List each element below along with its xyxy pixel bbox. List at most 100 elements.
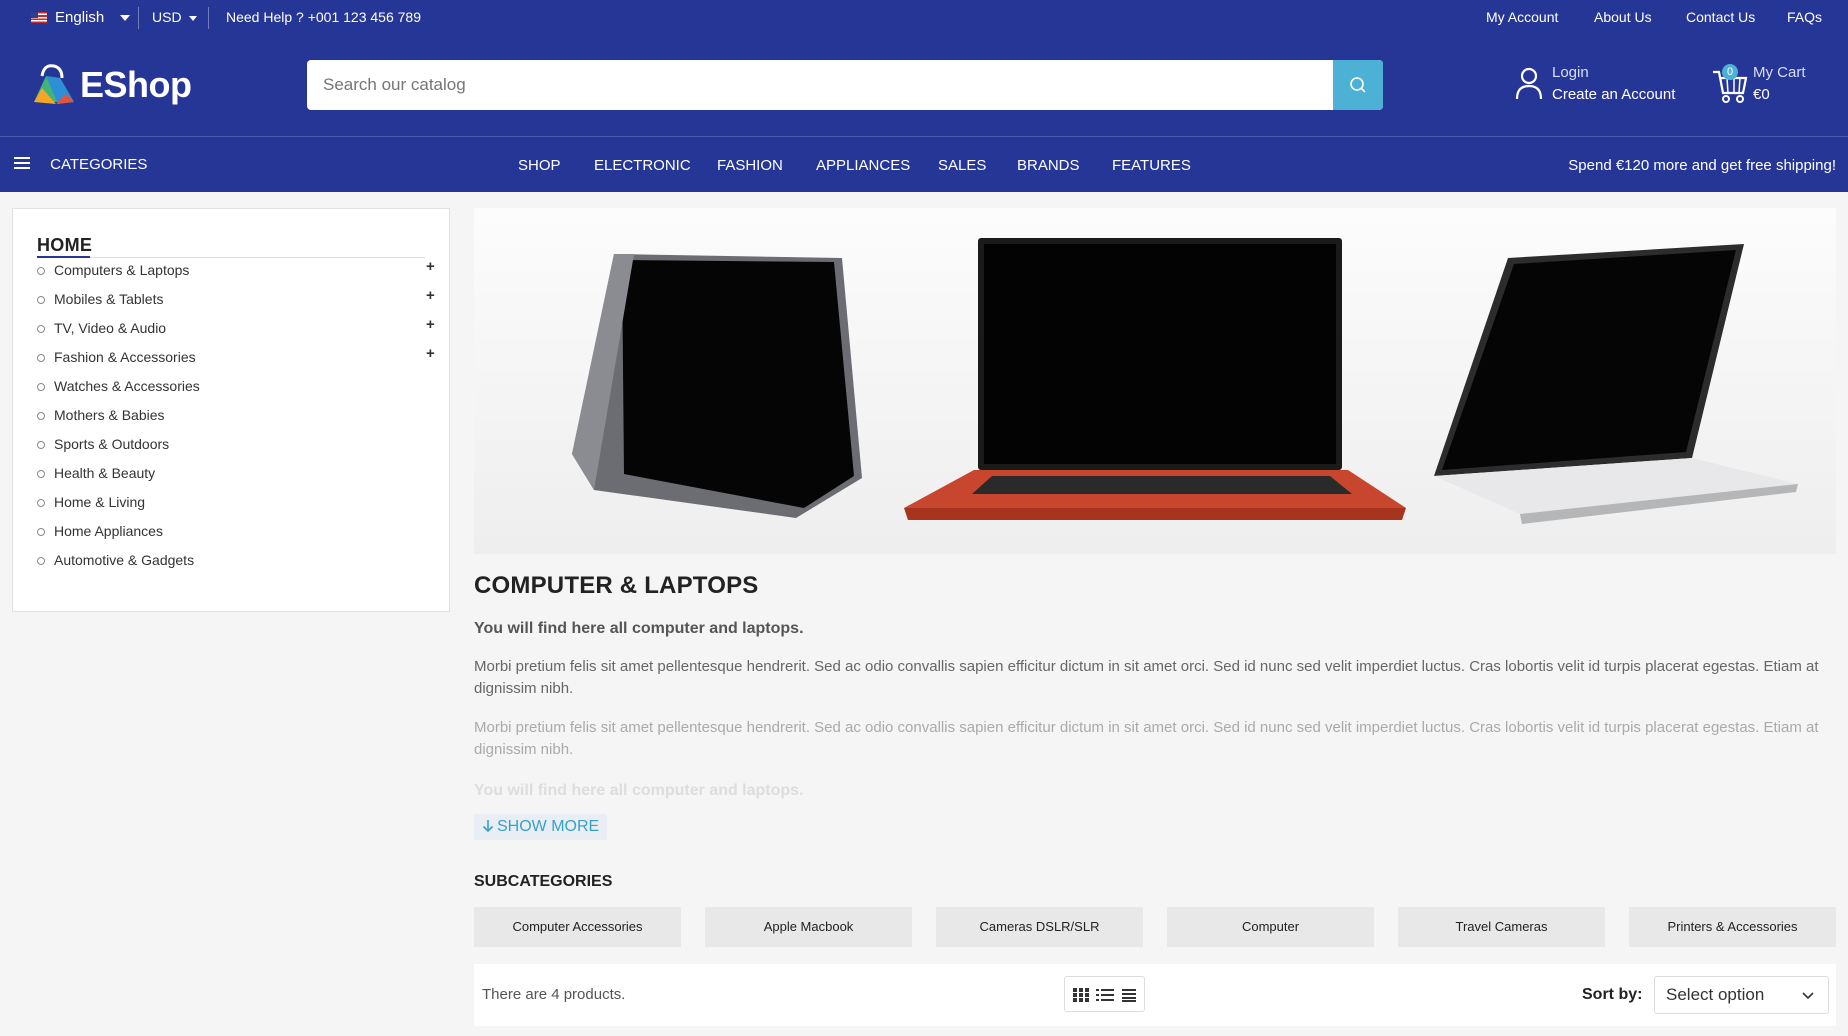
bullet-icon [37,383,45,392]
show-more-label: SHOW MORE [497,818,600,835]
sidebar-item-label: Home & Living [54,494,146,510]
contact-us-link[interactable]: Contact Us [1686,9,1755,25]
divider [138,7,139,29]
sidebar-item[interactable]: Mothers & Babies [37,407,165,423]
sort-select[interactable]: Select option [1654,976,1829,1014]
divider [208,7,209,29]
bullet-icon [37,470,45,479]
category-description-faded: Morbi pretium felis sit amet pellentesqu… [474,719,1819,758]
chevron-down-icon [189,15,198,21]
expand-plus-icon[interactable]: + [426,287,435,304]
nav-appliances[interactable]: APPLIANCES [816,157,910,174]
categories-toggle[interactable]: CATEGORIES [14,156,147,173]
sidebar-item[interactable]: Automotive & Gadgets [37,552,194,568]
show-more-button[interactable]: SHOW MORE [474,814,608,840]
cart-total: €0 [1753,86,1770,103]
search-button[interactable] [1333,60,1383,110]
chevron-down-icon [120,15,131,22]
category-title: COMPUTER & LAPTOPS [474,572,759,599]
my-account-link[interactable]: My Account [1486,9,1558,25]
category-sidebar: HOME Computers & Laptops + Mobiles & Table… [12,208,450,612]
cart-count-badge: 0 [1722,64,1738,80]
help-phone: Need Help ? +001 123 456 789 [226,9,421,25]
subcategory-cameras-dslr[interactable]: Cameras DSLR/SLR [936,907,1143,947]
bullet-icon [37,412,45,421]
bullet-icon [37,325,45,334]
sidebar-item[interactable]: Watches & Accessories [37,378,200,394]
logo[interactable]: EShop [30,60,192,110]
expand-plus-icon[interactable]: + [426,258,435,275]
sidebar-item[interactable]: Mobiles & Tablets [37,291,163,307]
view-switcher [1064,976,1145,1012]
login-link[interactable]: Login [1552,64,1589,81]
sidebar-item-label: Mobiles & Tablets [54,291,164,307]
arrow-down-icon [482,820,494,833]
product-count: There are 4 products. [482,986,626,1003]
sidebar-item[interactable]: Home Appliances [37,523,163,539]
sidebar-item[interactable]: Home & Living [37,494,145,510]
bullet-icon [37,267,45,276]
nav-electronic[interactable]: ELECTRONIC [594,157,691,174]
hamburger-menu-icon [14,157,30,169]
sidebar-item[interactable]: Sports & Outdoors [37,436,169,452]
compact-list-view-icon[interactable] [1122,987,1136,1003]
free-shipping-promo: Spend €120 more and get free shipping! [1568,157,1836,174]
sidebar-item[interactable]: Health & Beauty [37,465,155,481]
sort-label: Sort by: [1582,986,1643,1003]
sidebar-title[interactable]: HOME [37,235,92,256]
about-us-link[interactable]: About Us [1594,9,1652,25]
us-flag-icon [31,12,47,23]
nav-sales[interactable]: SALES [938,157,986,174]
bullet-icon [37,528,45,537]
sidebar-item[interactable]: TV, Video & Audio [37,320,166,336]
create-account-link[interactable]: Create an Account [1552,86,1675,103]
expand-plus-icon[interactable]: + [426,316,435,333]
sidebar-item-label: Watches & Accessories [54,378,200,394]
subcategory-computer[interactable]: Computer [1167,907,1374,947]
user-icon [1515,67,1543,100]
search-bar [307,60,1383,110]
language-selector[interactable]: English [55,9,131,26]
category-description-fade-end: You will find here all computer and lapt… [474,782,804,799]
bullet-icon [37,354,45,363]
grid-view-icon[interactable] [1073,987,1089,1003]
sidebar-item-label: Sports & Outdoors [54,436,170,452]
sidebar-item-label: TV, Video & Audio [54,320,167,336]
bullet-icon [37,296,45,305]
subcategory-computer-accessories[interactable]: Computer Accessories [474,907,681,947]
sidebar-item-label: Automotive & Gadgets [54,552,195,568]
sidebar-item-label: Fashion & Accessories [54,349,196,365]
laptops-illustration [572,238,1798,524]
sort-select-value: Select option [1666,985,1765,1004]
bullet-icon [37,499,45,508]
products-toolbar: There are 4 products. Sort by: Select op… [474,964,1836,1026]
subcategory-apple-macbook[interactable]: Apple Macbook [705,907,912,947]
subcategory-travel-cameras[interactable]: Travel Cameras [1398,907,1605,947]
language-label: English [55,9,105,26]
currency-label: USD [152,9,182,25]
sidebar-item[interactable]: Fashion & Accessories [37,349,196,365]
sidebar-item-label: Home Appliances [54,523,163,539]
category-description: Morbi pretium felis sit amet pellentesqu… [474,658,1819,697]
top-bar: English USD Need Help ? +001 123 456 789… [0,0,1848,35]
subcategories-title: SUBCATEGORIES [474,873,613,890]
search-input[interactable] [323,60,1303,110]
list-view-icon[interactable] [1096,987,1114,1003]
nav-shop[interactable]: SHOP [518,157,561,174]
sidebar-item-label: Health & Beauty [54,465,156,481]
currency-selector[interactable]: USD [152,9,198,25]
expand-plus-icon[interactable]: + [426,345,435,362]
chevron-down-icon [1802,992,1814,1000]
bullet-icon [37,557,45,566]
subcategory-printers-accessories[interactable]: Printers & Accessories [1629,907,1836,947]
category-subtitle: You will find here all computer and lapt… [474,620,804,637]
faqs-link[interactable]: FAQs [1787,9,1822,25]
nav-fashion[interactable]: FASHION [717,157,783,174]
sidebar-item-label: Mothers & Babies [54,407,165,423]
bullet-icon [37,441,45,450]
nav-brands[interactable]: BRANDS [1017,157,1080,174]
sidebar-item-label: Computers & Laptops [54,262,190,278]
cart-label: My Cart [1753,64,1806,81]
sidebar-item[interactable]: Computers & Laptops [37,262,189,278]
nav-features[interactable]: FEATURES [1112,157,1191,174]
